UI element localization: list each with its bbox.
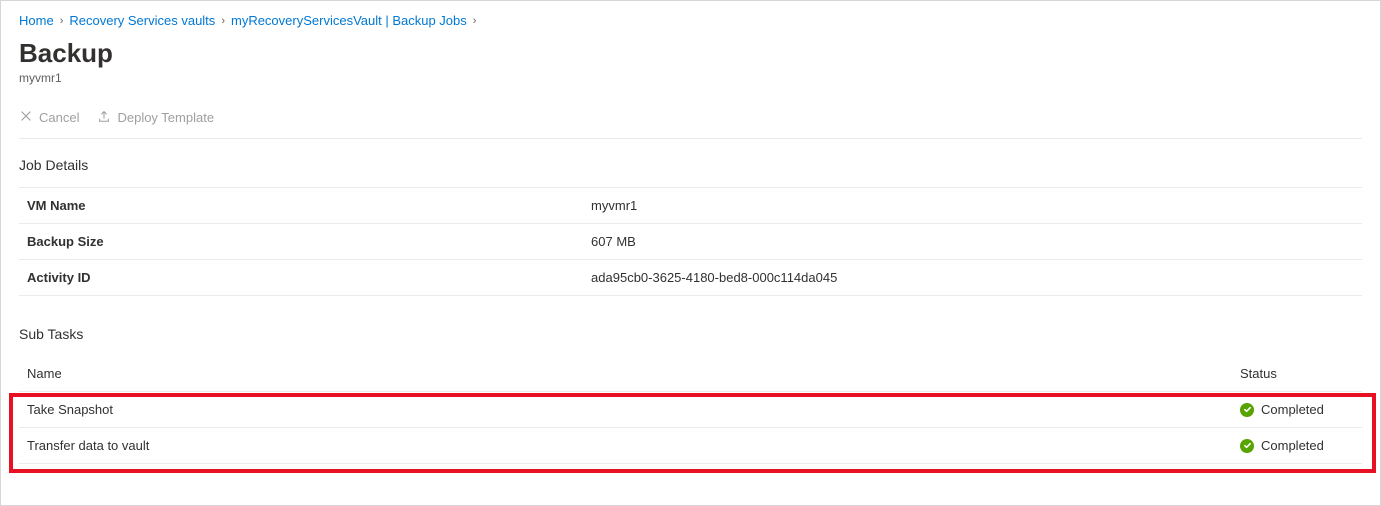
sub-tasks-header: Sub Tasks [19, 326, 1362, 342]
cancel-label: Cancel [39, 110, 79, 125]
status-badge: Completed [1240, 402, 1354, 417]
table-row: Backup Size 607 MB [19, 224, 1362, 260]
chevron-right-icon: › [473, 15, 477, 27]
job-details-table: VM Name myvmr1 Backup Size 607 MB Activi… [19, 187, 1362, 296]
task-name: Transfer data to vault [19, 428, 1232, 464]
job-details-header: Job Details [19, 157, 1362, 173]
table-row: VM Name myvmr1 [19, 188, 1362, 224]
upload-icon [97, 109, 111, 126]
deploy-label: Deploy Template [117, 110, 214, 125]
breadcrumb-vaults[interactable]: Recovery Services vaults [69, 13, 215, 28]
table-row: Activity ID ada95cb0-3625-4180-bed8-000c… [19, 260, 1362, 296]
sub-tasks-table: Name Status Take Snapshot C [19, 356, 1362, 464]
chevron-right-icon: › [221, 15, 225, 27]
breadcrumb-backup-jobs[interactable]: myRecoveryServicesVault | Backup Jobs [231, 13, 467, 28]
column-name: Name [19, 356, 1232, 392]
activity-id-value: ada95cb0-3625-4180-bed8-000c114da045 [583, 260, 1362, 296]
cancel-button[interactable]: Cancel [19, 109, 79, 126]
activity-id-label: Activity ID [19, 260, 583, 296]
backup-size-label: Backup Size [19, 224, 583, 260]
column-status: Status [1232, 356, 1362, 392]
chevron-right-icon: › [60, 15, 64, 27]
task-name: Take Snapshot [19, 392, 1232, 428]
vm-name-value: myvmr1 [583, 188, 1362, 224]
table-row: Take Snapshot Completed [19, 392, 1362, 428]
check-circle-icon [1240, 403, 1254, 417]
backup-size-value: 607 MB [583, 224, 1362, 260]
deploy-template-button[interactable]: Deploy Template [97, 109, 214, 126]
breadcrumb: Home › Recovery Services vaults › myReco… [19, 13, 1362, 28]
page-subtitle: myvmr1 [19, 71, 1362, 85]
page-title: Backup [19, 38, 1362, 69]
breadcrumb-home[interactable]: Home [19, 13, 54, 28]
status-text: Completed [1261, 438, 1324, 453]
toolbar: Cancel Deploy Template [19, 101, 1362, 139]
vm-name-label: VM Name [19, 188, 583, 224]
check-circle-icon [1240, 439, 1254, 453]
close-icon [19, 109, 33, 126]
status-badge: Completed [1240, 438, 1354, 453]
status-text: Completed [1261, 402, 1324, 417]
table-row: Transfer data to vault Completed [19, 428, 1362, 464]
